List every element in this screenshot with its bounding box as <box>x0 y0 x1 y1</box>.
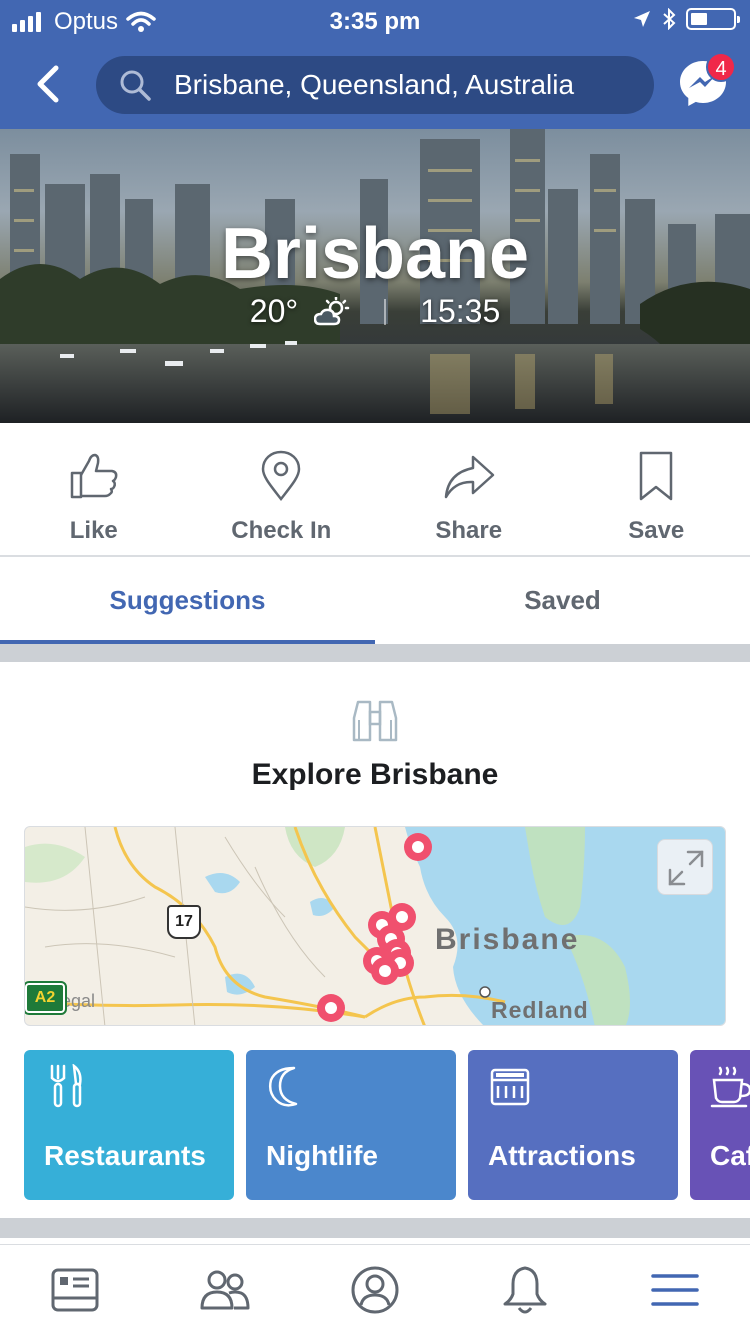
action-bar: Like Check In Share Save <box>0 423 750 557</box>
bluetooth-icon <box>663 8 676 30</box>
section-divider <box>0 644 750 662</box>
category-nightlife[interactable]: Nightlife <box>246 1050 456 1200</box>
menu-icon <box>651 1273 699 1306</box>
route-17-shield: 17 <box>167 905 201 939</box>
like-button[interactable]: Like <box>0 423 188 555</box>
nav-menu[interactable] <box>600 1245 750 1334</box>
category-cafes[interactable]: Cafés <box>690 1050 750 1200</box>
category-label: Attractions <box>488 1140 636 1171</box>
city-title: Brisbane <box>220 214 530 294</box>
status-bar: Optus 3:35 pm <box>0 0 750 40</box>
save-label: Save <box>628 517 685 544</box>
coffee-cup-icon <box>710 1066 750 1108</box>
expand-icon <box>668 850 704 886</box>
search-text: Brisbane, Queensland, Australia <box>174 69 575 100</box>
notifications-bell-icon <box>503 1266 547 1313</box>
temperature: 20° <box>249 293 299 329</box>
binoculars-icon <box>352 700 398 742</box>
category-cards: Restaurants Nightlife Attractions Ca <box>24 1050 750 1200</box>
tab-bar: Suggestions Saved <box>0 558 750 644</box>
bookmark-icon <box>640 451 673 501</box>
profile-icon <box>351 1266 399 1313</box>
save-button[interactable]: Save <box>563 423 750 555</box>
share-label: Share <box>435 517 503 544</box>
section-divider <box>0 1218 750 1238</box>
thumbs-up-icon <box>70 453 118 499</box>
search-bar[interactable]: Brisbane, Queensland, Australia <box>96 56 654 114</box>
nav-notifications[interactable] <box>450 1245 600 1334</box>
location-pin-icon <box>261 450 301 502</box>
nav-profile[interactable] <box>300 1245 450 1334</box>
map-preview[interactable]: Brisbane Redland Legal 17 A2 <box>24 826 726 1026</box>
local-time: 15:35 <box>420 293 501 329</box>
messenger-badge: 4 <box>706 52 736 82</box>
explore-title: Explore Brisbane <box>251 758 499 791</box>
weather-row: 20° 15:35 <box>0 293 750 330</box>
search-icon <box>120 70 151 101</box>
category-label: Restaurants <box>44 1140 206 1171</box>
back-arrow-icon[interactable] <box>30 62 70 106</box>
news-feed-icon <box>51 1268 99 1311</box>
nav-friends[interactable] <box>150 1245 300 1334</box>
moon-icon <box>268 1066 298 1107</box>
category-attractions[interactable]: Attractions <box>468 1050 678 1200</box>
check-in-label: Check In <box>231 517 332 544</box>
category-label: Cafés <box>710 1140 750 1171</box>
category-label: Nightlife <box>266 1140 378 1171</box>
fork-knife-icon <box>50 1064 82 1108</box>
landmark-icon <box>490 1068 530 1106</box>
weather-separator <box>384 298 387 325</box>
category-restaurants[interactable]: Restaurants <box>24 1050 234 1200</box>
map-redland-label: Redland <box>491 997 589 1023</box>
tab-saved[interactable]: Saved <box>375 558 750 644</box>
battery-icon <box>686 8 740 30</box>
map-city-label: Brisbane <box>435 923 580 956</box>
expand-map-button[interactable] <box>657 839 713 895</box>
location-arrow-icon <box>634 11 650 27</box>
like-label: Like <box>69 517 118 544</box>
share-arrow-icon <box>444 455 494 499</box>
status-right <box>632 8 740 30</box>
share-button[interactable]: Share <box>375 423 563 555</box>
route-a2-shield: A2 <box>25 981 67 1015</box>
tab-suggestions[interactable]: Suggestions <box>0 558 375 644</box>
partly-cloudy-icon <box>314 296 350 325</box>
friends-icon <box>200 1270 250 1309</box>
nav-news-feed[interactable] <box>0 1245 150 1334</box>
map-image <box>25 827 725 1025</box>
hero-banner: Brisbane 20° 15:35 <box>0 129 750 423</box>
check-in-button[interactable]: Check In <box>188 423 376 555</box>
app-header: Optus 3:35 pm Brisbane, Queensland, Aust <box>0 0 750 129</box>
bottom-navigation <box>0 1244 750 1334</box>
